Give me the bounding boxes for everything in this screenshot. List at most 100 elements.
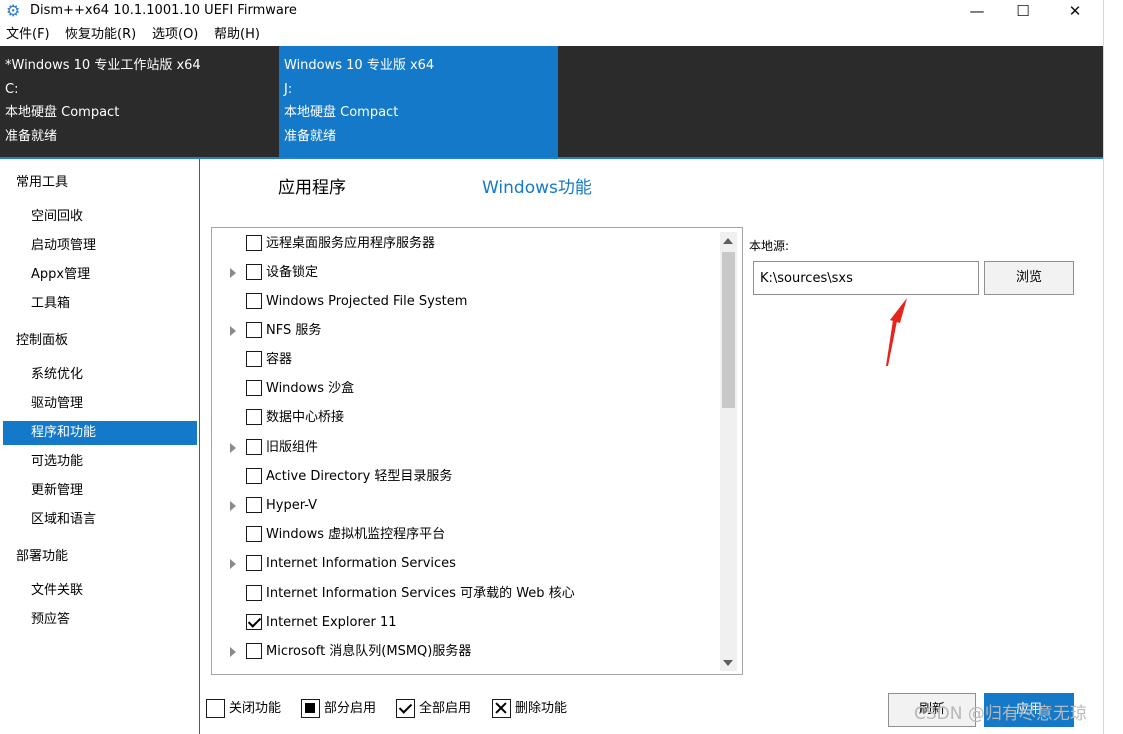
feature-row[interactable]: Windows Projected File System <box>218 287 718 316</box>
feature-checkbox[interactable] <box>246 526 262 542</box>
feature-row[interactable]: NFS 服务 <box>218 316 718 345</box>
menu-options[interactable]: 选项(O) <box>152 24 198 46</box>
feature-row[interactable]: Hyper-V <box>218 491 718 520</box>
feature-row[interactable]: Active Directory 轻型目录服务 <box>218 462 718 491</box>
legend-off-label: 关闭功能 <box>229 701 282 716</box>
feature-label: Hyper-V <box>266 498 318 513</box>
sidebar-group-common-tools: 常用工具 <box>16 175 69 190</box>
feature-checkbox[interactable] <box>246 322 262 338</box>
sidebar-item-file-assoc[interactable]: 文件关联 <box>3 579 197 603</box>
feature-checkbox[interactable] <box>246 468 262 484</box>
sidebar-item-optional-features[interactable]: 可选功能 <box>3 450 197 474</box>
legend-remove-icon <box>492 699 511 718</box>
window-edge <box>1103 0 1123 734</box>
maximize-button[interactable]: ☐ <box>1000 0 1046 24</box>
scroll-down-icon[interactable] <box>723 660 733 666</box>
sidebar-item-system-optimize[interactable]: 系统优化 <box>3 363 197 387</box>
expand-arrow-icon[interactable] <box>230 559 236 569</box>
sidebar-group-control-panel: 控制面板 <box>16 333 69 348</box>
sidebar-item-region-language[interactable]: 区域和语言 <box>3 508 197 532</box>
feature-row[interactable]: 设备锁定 <box>218 258 718 287</box>
feature-label: Windows 虚拟机监控程序平台 <box>266 527 446 542</box>
feature-label: 旧版组件 <box>266 440 319 455</box>
tab-windows-features[interactable]: Windows功能 <box>482 176 592 200</box>
sidebar-item-appx[interactable]: Appx管理 <box>3 263 197 287</box>
feature-label: Windows Projected File System <box>266 294 468 309</box>
menu-restore[interactable]: 恢复功能(R) <box>65 24 136 46</box>
window-title: Dism++x64 10.1.1001.10 UEFI Firmware <box>30 3 297 18</box>
feature-row[interactable]: Windows 虚拟机监控程序平台 <box>218 520 718 549</box>
feature-checkbox[interactable] <box>246 293 262 309</box>
image-card-j[interactable]: Windows 10 专业版 x64 J: 本地硬盘 Compact 准备就绪 <box>279 46 558 158</box>
image-disk: 本地硬盘 Compact <box>284 105 399 120</box>
feature-checkbox[interactable] <box>246 643 262 659</box>
legend-full-label: 全部启用 <box>419 701 472 716</box>
expand-arrow-icon[interactable] <box>230 647 236 657</box>
feature-row[interactable]: 容器 <box>218 345 718 374</box>
close-button[interactable]: ✕ <box>1052 0 1098 24</box>
menu-help[interactable]: 帮助(H) <box>214 24 260 46</box>
sidebar-item-toolbox[interactable]: 工具箱 <box>3 292 197 316</box>
annotation-arrow-icon <box>886 298 907 366</box>
image-drive: J: <box>284 81 293 97</box>
feature-row[interactable]: 数据中心桥接 <box>218 403 718 432</box>
image-name: Windows 10 专业版 x64 <box>284 58 435 73</box>
local-source-label: 本地源: <box>749 239 790 253</box>
sidebar-item-startup[interactable]: 启动项管理 <box>3 234 197 258</box>
expand-arrow-icon[interactable] <box>230 268 236 278</box>
feature-row[interactable]: Internet Information Services 可承载的 Web 核… <box>218 579 718 608</box>
tab-applications[interactable]: 应用程序 <box>278 176 346 200</box>
feature-checkbox[interactable] <box>246 497 262 513</box>
feature-label: Internet Information Services 可承载的 Web 核… <box>266 586 575 601</box>
feature-label: Internet Explorer 11 <box>266 615 397 630</box>
feature-row[interactable]: Internet Information Services <box>218 549 718 578</box>
feature-row[interactable]: Microsoft 消息队列(MSMQ)服务器 <box>218 637 718 666</box>
feature-label: Internet Information Services <box>266 556 456 571</box>
minimize-button[interactable]: — <box>954 0 1000 24</box>
feature-label: 设备锁定 <box>266 265 319 280</box>
local-source-input[interactable] <box>753 261 979 295</box>
image-card-c[interactable]: *Windows 10 专业工作站版 x64 C: 本地硬盘 Compact 准… <box>0 46 278 158</box>
feature-checkbox-checked[interactable] <box>246 614 262 630</box>
image-drive: C: <box>5 81 19 97</box>
feature-row[interactable]: 旧版组件 <box>218 433 718 462</box>
expand-arrow-icon[interactable] <box>230 501 236 511</box>
legend-partial-icon <box>301 699 320 718</box>
feature-label: 容器 <box>266 352 293 367</box>
legend-partial-label: 部分启用 <box>324 701 377 716</box>
feature-checkbox[interactable] <box>246 264 262 280</box>
feature-label: 数据中心桥接 <box>266 410 345 425</box>
feature-checkbox[interactable] <box>246 585 262 601</box>
feature-checkbox[interactable] <box>246 409 262 425</box>
expand-arrow-icon[interactable] <box>230 326 236 336</box>
feature-row[interactable]: Windows 沙盒 <box>218 374 718 403</box>
sidebar-group-deploy: 部署功能 <box>16 549 69 564</box>
expand-arrow-icon[interactable] <box>230 443 236 453</box>
arrow-head <box>890 298 907 323</box>
feature-row[interactable]: 远程桌面服务应用程序服务器 <box>218 229 718 258</box>
legend-off-icon <box>206 699 225 718</box>
sidebar-item-updates[interactable]: 更新管理 <box>3 479 197 503</box>
sidebar-item-programs-features[interactable]: 程序和功能 <box>3 421 197 445</box>
sidebar-item-drivers[interactable]: 驱动管理 <box>3 392 197 416</box>
image-status: 准备就绪 <box>5 128 58 144</box>
sidebar-item-unattend[interactable]: 预应答 <box>3 608 197 632</box>
feature-checkbox[interactable] <box>246 380 262 396</box>
feature-checkbox[interactable] <box>246 235 262 251</box>
image-name: *Windows 10 专业工作站版 x64 <box>5 58 201 73</box>
scrollbar-thumb[interactable] <box>722 252 735 408</box>
feature-label: Active Directory 轻型目录服务 <box>266 469 453 484</box>
feature-checkbox[interactable] <box>246 439 262 455</box>
legend-remove-label: 删除功能 <box>515 701 568 716</box>
menu-file[interactable]: 文件(F) <box>6 24 50 46</box>
sidebar-item-space-reclaim[interactable]: 空间回收 <box>3 205 197 229</box>
feature-label: Microsoft 消息队列(MSMQ)服务器 <box>266 644 472 659</box>
feature-label: Windows 沙盒 <box>266 381 355 396</box>
feature-checkbox[interactable] <box>246 351 262 367</box>
browse-button[interactable]: 浏览 <box>984 261 1074 295</box>
feature-row[interactable]: Internet Explorer 11 <box>218 608 718 637</box>
scroll-up-icon[interactable] <box>723 238 733 244</box>
watermark: CSDN @归有尽意无琼 <box>914 704 1087 724</box>
arrow-shaft <box>886 320 897 366</box>
feature-checkbox[interactable] <box>246 555 262 571</box>
